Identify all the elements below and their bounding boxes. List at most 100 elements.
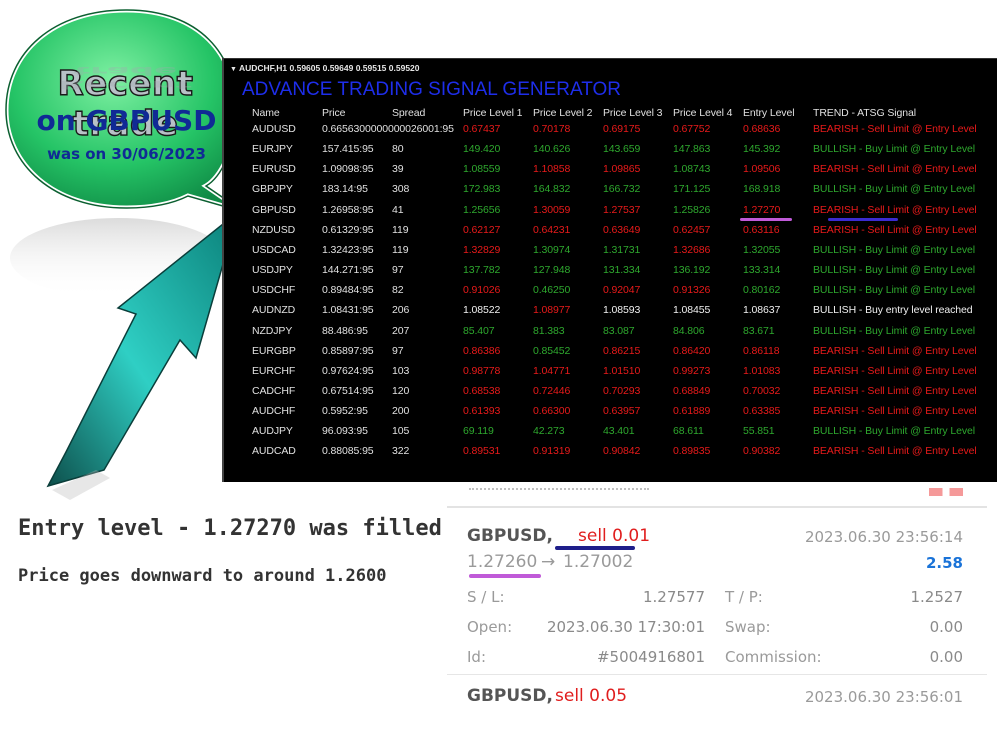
table-cell-l1: 69.119 — [463, 425, 494, 438]
table-cell-name: EURCHF — [252, 364, 296, 377]
table-cell-trend: BEARISH - Sell Limit @ Entry Level — [813, 223, 977, 236]
table-cell-l2: 0.91319 — [533, 445, 571, 458]
table-cell-l2: 1.10858 — [533, 163, 571, 176]
table-cell-entry: 1.27270 — [743, 203, 781, 216]
table-cell-l3: 143.659 — [603, 143, 641, 156]
table-cell-l1: 1.32829 — [463, 243, 501, 256]
table-cell-l4: 0.68849 — [673, 384, 711, 397]
table-cell-l1: 0.67437 — [463, 123, 501, 135]
table-cell-trend: BULLISH - Buy Limit @ Entry Level — [813, 324, 975, 337]
table-cell-l2: 0.46250 — [533, 284, 571, 297]
table-cell-entry: 0.68636 — [743, 123, 781, 135]
table-cell-trend: BEARISH - Sell Limit @ Entry Level — [813, 364, 977, 377]
order-side: sell 0.01 — [578, 526, 651, 546]
table-cell-entry: 0.86118 — [743, 344, 780, 357]
tp-label: T / P: — [725, 588, 763, 606]
chart-symbol-header: ▼ AUDCHF,H1 0.59605 0.59649 0.59515 0.59… — [230, 63, 420, 73]
table-cell-name: EURGBP — [252, 344, 296, 357]
sl-label: S / L: — [467, 588, 505, 606]
table-cell-l1: 0.61393 — [463, 405, 501, 418]
table-cell-l4: 1.08455 — [673, 304, 711, 317]
table-cell-l1: 0.62127 — [463, 223, 501, 236]
table-cell-l1: 1.08522 — [463, 304, 501, 317]
table-cell-l1: 172.983 — [463, 183, 501, 196]
table-cell-name: USDCHF — [252, 284, 296, 297]
order-time: 2023.06.30 23:56:14 — [804, 528, 963, 546]
table-cell-trend: BULLISH - Buy Limit @ Entry Level — [813, 284, 975, 297]
table-cell-entry: 83.671 — [743, 324, 775, 337]
table-cell-l4: 136.192 — [673, 264, 711, 277]
side-underline — [555, 546, 635, 550]
next-order-time: 2023.06.30 23:56:01 — [804, 688, 963, 706]
table-cell-name: GBPUSD — [252, 203, 296, 216]
table-cell-l3: 0.63957 — [603, 405, 641, 418]
table-cell-trend: BEARISH - Sell Limit @ Entry Level — [813, 405, 977, 418]
table-cell-l3: 1.09865 — [603, 163, 641, 176]
table-cell-spread: 200 — [392, 405, 410, 418]
table-cell-spread: 41 — [392, 203, 404, 216]
table-cell-l3: 0.92047 — [603, 284, 641, 297]
table-cell-l1: 1.08559 — [463, 163, 501, 176]
table-cell-name: AUDUSD — [252, 123, 296, 135]
table-cell-l1: 0.68538 — [463, 384, 501, 397]
dropdown-triangle-icon[interactable]: ▼ — [230, 66, 237, 73]
table-cell-l2: 1.30974 — [533, 243, 571, 256]
table-cell-spread: 39 — [392, 163, 404, 176]
commission-label: Commission: — [725, 648, 822, 666]
table-cell-name: GBPJPY — [252, 183, 293, 196]
table-cell-l1: 0.91026 — [463, 284, 501, 297]
table-cell-l2: 1.30059 — [533, 203, 571, 216]
table-cell-entry: 1.08637 — [743, 304, 781, 317]
table-cell-l2: 81.383 — [533, 324, 565, 337]
order-symbol: GBPUSD, — [467, 526, 553, 546]
table-cell-entry: 1.01083 — [743, 364, 781, 377]
table-cell-name: NZDJPY — [252, 324, 293, 337]
table-cell-entry: 133.314 — [743, 264, 781, 277]
table-cell-trend: BULLISH - Buy Limit @ Entry Level — [813, 183, 975, 196]
bubble-subtitle: on GBPUSD — [36, 104, 217, 137]
terminal-title: ADVANCE TRADING SIGNAL GENERATOR — [242, 79, 622, 100]
table-cell-spread: 82 — [392, 284, 404, 297]
table-cell-spread: 103 — [392, 364, 410, 377]
table-cell-l2: 1.08977 — [533, 304, 571, 317]
table-cell-name: EURJPY — [252, 143, 293, 156]
table-cell-l2: 127.948 — [533, 264, 571, 277]
table-cell-entry: 0.63116 — [743, 223, 780, 236]
table-cell-trend: BULLISH - Buy entry level reached — [813, 304, 973, 317]
card-divider — [447, 674, 987, 675]
table-cell-l1: 1.25656 — [463, 203, 501, 216]
next-order-side: sell 0.05 — [555, 686, 628, 706]
swap-label: Swap: — [725, 618, 771, 636]
table-cell-l2: 140.626 — [533, 143, 571, 156]
table-cell-l4: 68.611 — [673, 425, 704, 438]
column-header: TREND - ATSG Signal — [813, 107, 916, 119]
table-cell-l3: 43.401 — [603, 425, 635, 438]
order-card[interactable]: GBPUSD, sell 0.01 2023.06.30 23:56:14 1.… — [447, 488, 987, 740]
table-cell-trend: BEARISH - Sell Limit @ Entry Level — [813, 384, 977, 397]
table-cell-l4: 0.89835 — [673, 445, 711, 458]
table-cell-trend: BEARISH - Sell Limit @ Entry Level — [813, 123, 977, 135]
table-cell-entry: 0.63385 — [743, 405, 781, 418]
id-label: Id: — [467, 648, 486, 666]
column-header: Spread — [392, 107, 426, 119]
table-cell-l4: 0.86420 — [673, 344, 711, 357]
table-cell-spread: 322 — [392, 445, 410, 458]
table-cell-l2: 164.832 — [533, 183, 571, 196]
column-header: Price Level 3 — [603, 107, 663, 119]
tp-value: 1.2527 — [910, 588, 964, 606]
chart-header-text: AUDCHF,H1 0.59605 0.59649 0.59515 0.5952… — [238, 63, 420, 73]
bubble-date: was on 30/06/2023 — [47, 145, 206, 163]
table-cell-name: EURUSD — [252, 163, 296, 176]
table-cell-spread: 119 — [392, 223, 409, 236]
column-header: Entry Level — [743, 107, 795, 119]
table-cell-l1: 137.782 — [463, 264, 501, 277]
swap-value: 0.00 — [929, 618, 963, 636]
table-cell-trend: BEARISH - Sell Limit @ Entry Level — [813, 445, 977, 458]
table-cell-l2: 0.64231 — [533, 223, 571, 236]
table-cell-l4: 171.125 — [673, 183, 711, 196]
table-cell-l3: 131.334 — [603, 264, 641, 277]
table-cell-l4: 0.67752 — [673, 123, 711, 135]
order-open-price: 1.27260 — [467, 552, 538, 572]
table-cell-name: NZDUSD — [252, 223, 296, 236]
bubble-title-reflection: Recent trade — [59, 64, 192, 92]
